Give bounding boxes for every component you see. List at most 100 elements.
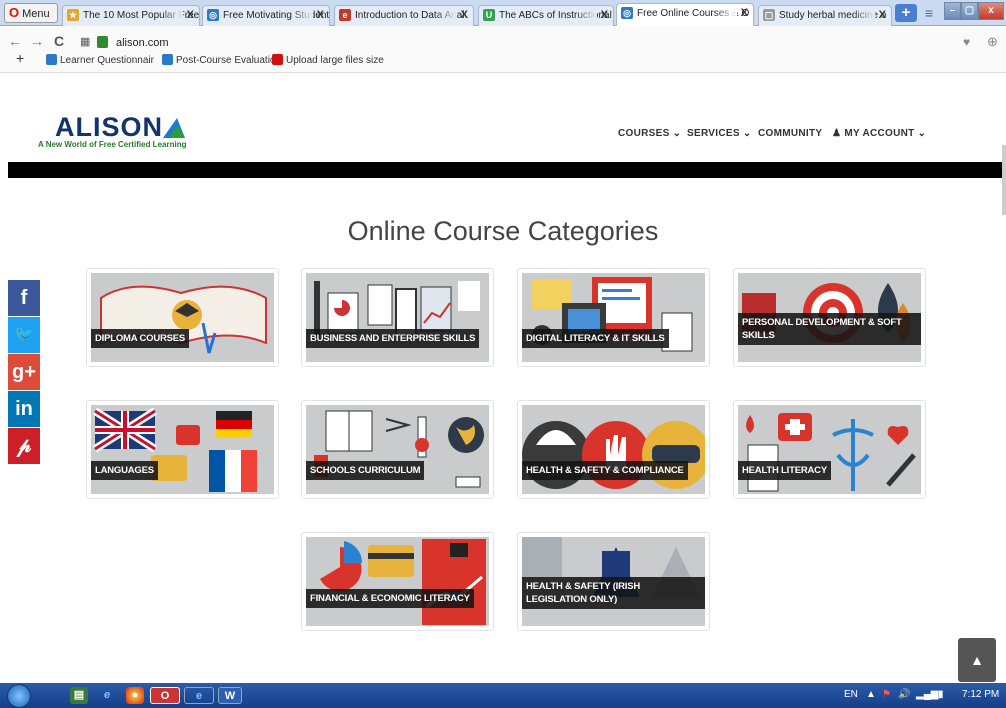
back-arrow-icon[interactable]: ←	[8, 33, 22, 49]
tab-favicon-icon: ▢	[763, 9, 775, 21]
bookmark-label: Upload large files size	[286, 55, 384, 66]
taskbar-word-icon[interactable]: W	[218, 687, 242, 704]
category-card[interactable]: HEALTH LITERACY	[733, 400, 926, 499]
category-illustration: DIPLOMA COURSES	[91, 273, 274, 362]
category-illustration: HEALTH & SAFETY (IRISH LEGISLATION ONLY)	[522, 537, 705, 626]
category-card[interactable]: BUSINESS AND ENTERPRISE SKILLS	[301, 268, 494, 367]
category-label: SCHOOLS CURRICULUM	[306, 461, 425, 480]
tab-5[interactable]: ◎ Free Online Courses & OX	[616, 3, 754, 26]
taskbar-explorer-icon[interactable]: ▤	[70, 687, 88, 704]
tab-close-icon[interactable]: X	[601, 6, 608, 25]
clock[interactable]: 7:12 PM	[962, 689, 999, 700]
alison-logo[interactable]: ALISON	[55, 112, 186, 143]
bookmark-label: Learner Questionnair	[60, 55, 154, 66]
tray-expand-icon[interactable]: ▲	[866, 689, 876, 700]
logo-tagline: A New World of Free Certified Learning	[38, 140, 187, 149]
taskbar-opera-icon[interactable]: O	[150, 687, 180, 704]
tab-fade	[291, 6, 313, 26]
category-card[interactable]: FINANCIAL & ECONOMIC LITERACY	[301, 532, 494, 631]
linkedin-icon[interactable]: in	[8, 391, 40, 427]
bookmark-icon	[162, 54, 173, 65]
tab-4[interactable]: U The ABCs of Instructional X	[478, 5, 614, 26]
pinterest-icon[interactable]: 𝓅	[8, 428, 40, 464]
nav-my-account[interactable]: ♟ MY ACCOUNT ⌄	[832, 128, 926, 139]
category-card[interactable]: LANGUAGES	[86, 400, 279, 499]
bookmark-item[interactable]: Upload large files size	[272, 54, 384, 66]
url-field[interactable]: alison.com	[116, 37, 169, 49]
category-card[interactable]: SCHOOLS CURRICULUM	[301, 400, 494, 499]
tab-favicon-icon: U	[483, 9, 495, 21]
language-indicator[interactable]: EN	[844, 689, 858, 700]
google-plus-icon[interactable]: g+	[8, 354, 40, 390]
category-label: HEALTH & SAFETY (IRISH LEGISLATION ONLY)	[522, 577, 705, 609]
logo-triangle-icon	[163, 118, 186, 138]
back-to-top-button[interactable]: ▲	[958, 638, 996, 682]
start-button[interactable]	[7, 684, 31, 708]
bookmark-item[interactable]: Learner Questionnair	[46, 54, 154, 66]
nav-community[interactable]: COMMUNITY	[758, 128, 822, 139]
category-label: PERSONAL DEVELOPMENT & SOFT SKILLS	[738, 313, 921, 345]
category-label: LANGUAGES	[91, 461, 158, 480]
category-card[interactable]: DIGITAL LITERACY & IT SKILLS	[517, 268, 710, 367]
download-icon[interactable]: ⊕	[987, 34, 998, 50]
tab-1[interactable]: ★ The 10 Most Popular Free X	[62, 5, 200, 26]
category-label: DIPLOMA COURSES	[91, 329, 190, 348]
tab-close-icon[interactable]: X	[879, 6, 886, 25]
category-card[interactable]: DIPLOMA COURSES	[86, 268, 279, 367]
nav-services[interactable]: SERVICES ⌄	[687, 128, 752, 139]
category-label: BUSINESS AND ENTERPRISE SKILLS	[306, 329, 480, 348]
nav-courses[interactable]: COURSES ⌄	[618, 128, 681, 139]
taskbar-ie-icon[interactable]: e	[98, 687, 116, 704]
minimize-icon[interactable]: –	[944, 2, 961, 20]
header-black-bar	[8, 162, 1006, 178]
opera-logo-icon: O	[9, 5, 20, 20]
taskbar-chrome-icon[interactable]: ●	[126, 687, 144, 704]
bookmark-item[interactable]: Post-Course Evaluatio	[162, 54, 276, 66]
tray-flag-icon[interactable]: ⚑	[882, 689, 891, 700]
category-label: DIGITAL LITERACY & IT SKILLS	[522, 329, 669, 348]
lock-icon	[97, 36, 108, 48]
taskbar-ie2-icon[interactable]: e	[184, 687, 214, 704]
category-card[interactable]: HEALTH & SAFETY (IRISH LEGISLATION ONLY)	[517, 532, 710, 631]
tab-fade	[435, 6, 457, 26]
category-illustration: HEALTH & SAFETY & COMPLIANCE	[522, 405, 705, 494]
tab-6[interactable]: ▢ Study herbal medicine oX	[758, 5, 892, 26]
tab-close-icon[interactable]: X	[461, 6, 468, 25]
tab-menu-icon[interactable]: ≡	[920, 4, 938, 22]
tab-favicon-icon: ◎	[207, 9, 219, 21]
speed-dial-icon[interactable]: ▦	[80, 35, 90, 48]
tab-favicon-icon: ★	[67, 9, 79, 21]
category-illustration: HEALTH LITERACY	[738, 405, 921, 494]
heart-icon[interactable]: ♥	[963, 35, 970, 49]
twitter-icon[interactable]: 🐦	[8, 317, 40, 353]
scrollbar-thumb[interactable]	[1002, 145, 1006, 215]
category-card[interactable]: HEALTH & SAFETY & COMPLIANCE	[517, 400, 710, 499]
category-card[interactable]: PERSONAL DEVELOPMENT & SOFT SKILLS	[733, 268, 926, 367]
signal-icon[interactable]: ▂▄▆	[916, 689, 938, 700]
tab-favicon-icon: ◎	[621, 7, 633, 19]
tab-close-icon[interactable]: X	[187, 6, 194, 25]
window-close-icon[interactable]: x	[978, 2, 1004, 20]
add-bookmark-button[interactable]: +	[16, 50, 24, 66]
maximize-icon[interactable]: ▢	[961, 2, 978, 20]
tab-close-icon[interactable]: X	[741, 4, 748, 23]
category-illustration: BUSINESS AND ENTERPRISE SKILLS	[306, 273, 489, 362]
bookmark-icon	[46, 54, 57, 65]
category-illustration: SCHOOLS CURRICULUM	[306, 405, 489, 494]
tab-2[interactable]: ◎ Free Motivating Students X	[202, 5, 330, 26]
volume-icon[interactable]: 🔊	[898, 689, 910, 700]
address-bar-area: ← → C ▦ alison.com ♥ ⊕	[0, 27, 1006, 73]
browser-menu-button[interactable]: O Menu	[4, 3, 58, 23]
new-tab-button[interactable]: +	[895, 4, 917, 22]
tab-close-icon[interactable]: X	[317, 6, 324, 25]
window-controls: – ▢ x	[944, 2, 1004, 20]
category-label: FINANCIAL & ECONOMIC LITERACY	[306, 589, 474, 608]
forward-arrow-icon[interactable]: →	[30, 33, 44, 49]
tab-3[interactable]: e Introduction to Data Anal X	[334, 5, 474, 26]
battery-icon[interactable]: ▮	[938, 689, 944, 700]
category-label: HEALTH LITERACY	[738, 461, 831, 480]
facebook-icon[interactable]: f	[8, 280, 40, 316]
tab-fade	[161, 6, 183, 26]
tab-favicon-icon: e	[339, 9, 351, 21]
reload-icon[interactable]: C	[54, 33, 64, 49]
